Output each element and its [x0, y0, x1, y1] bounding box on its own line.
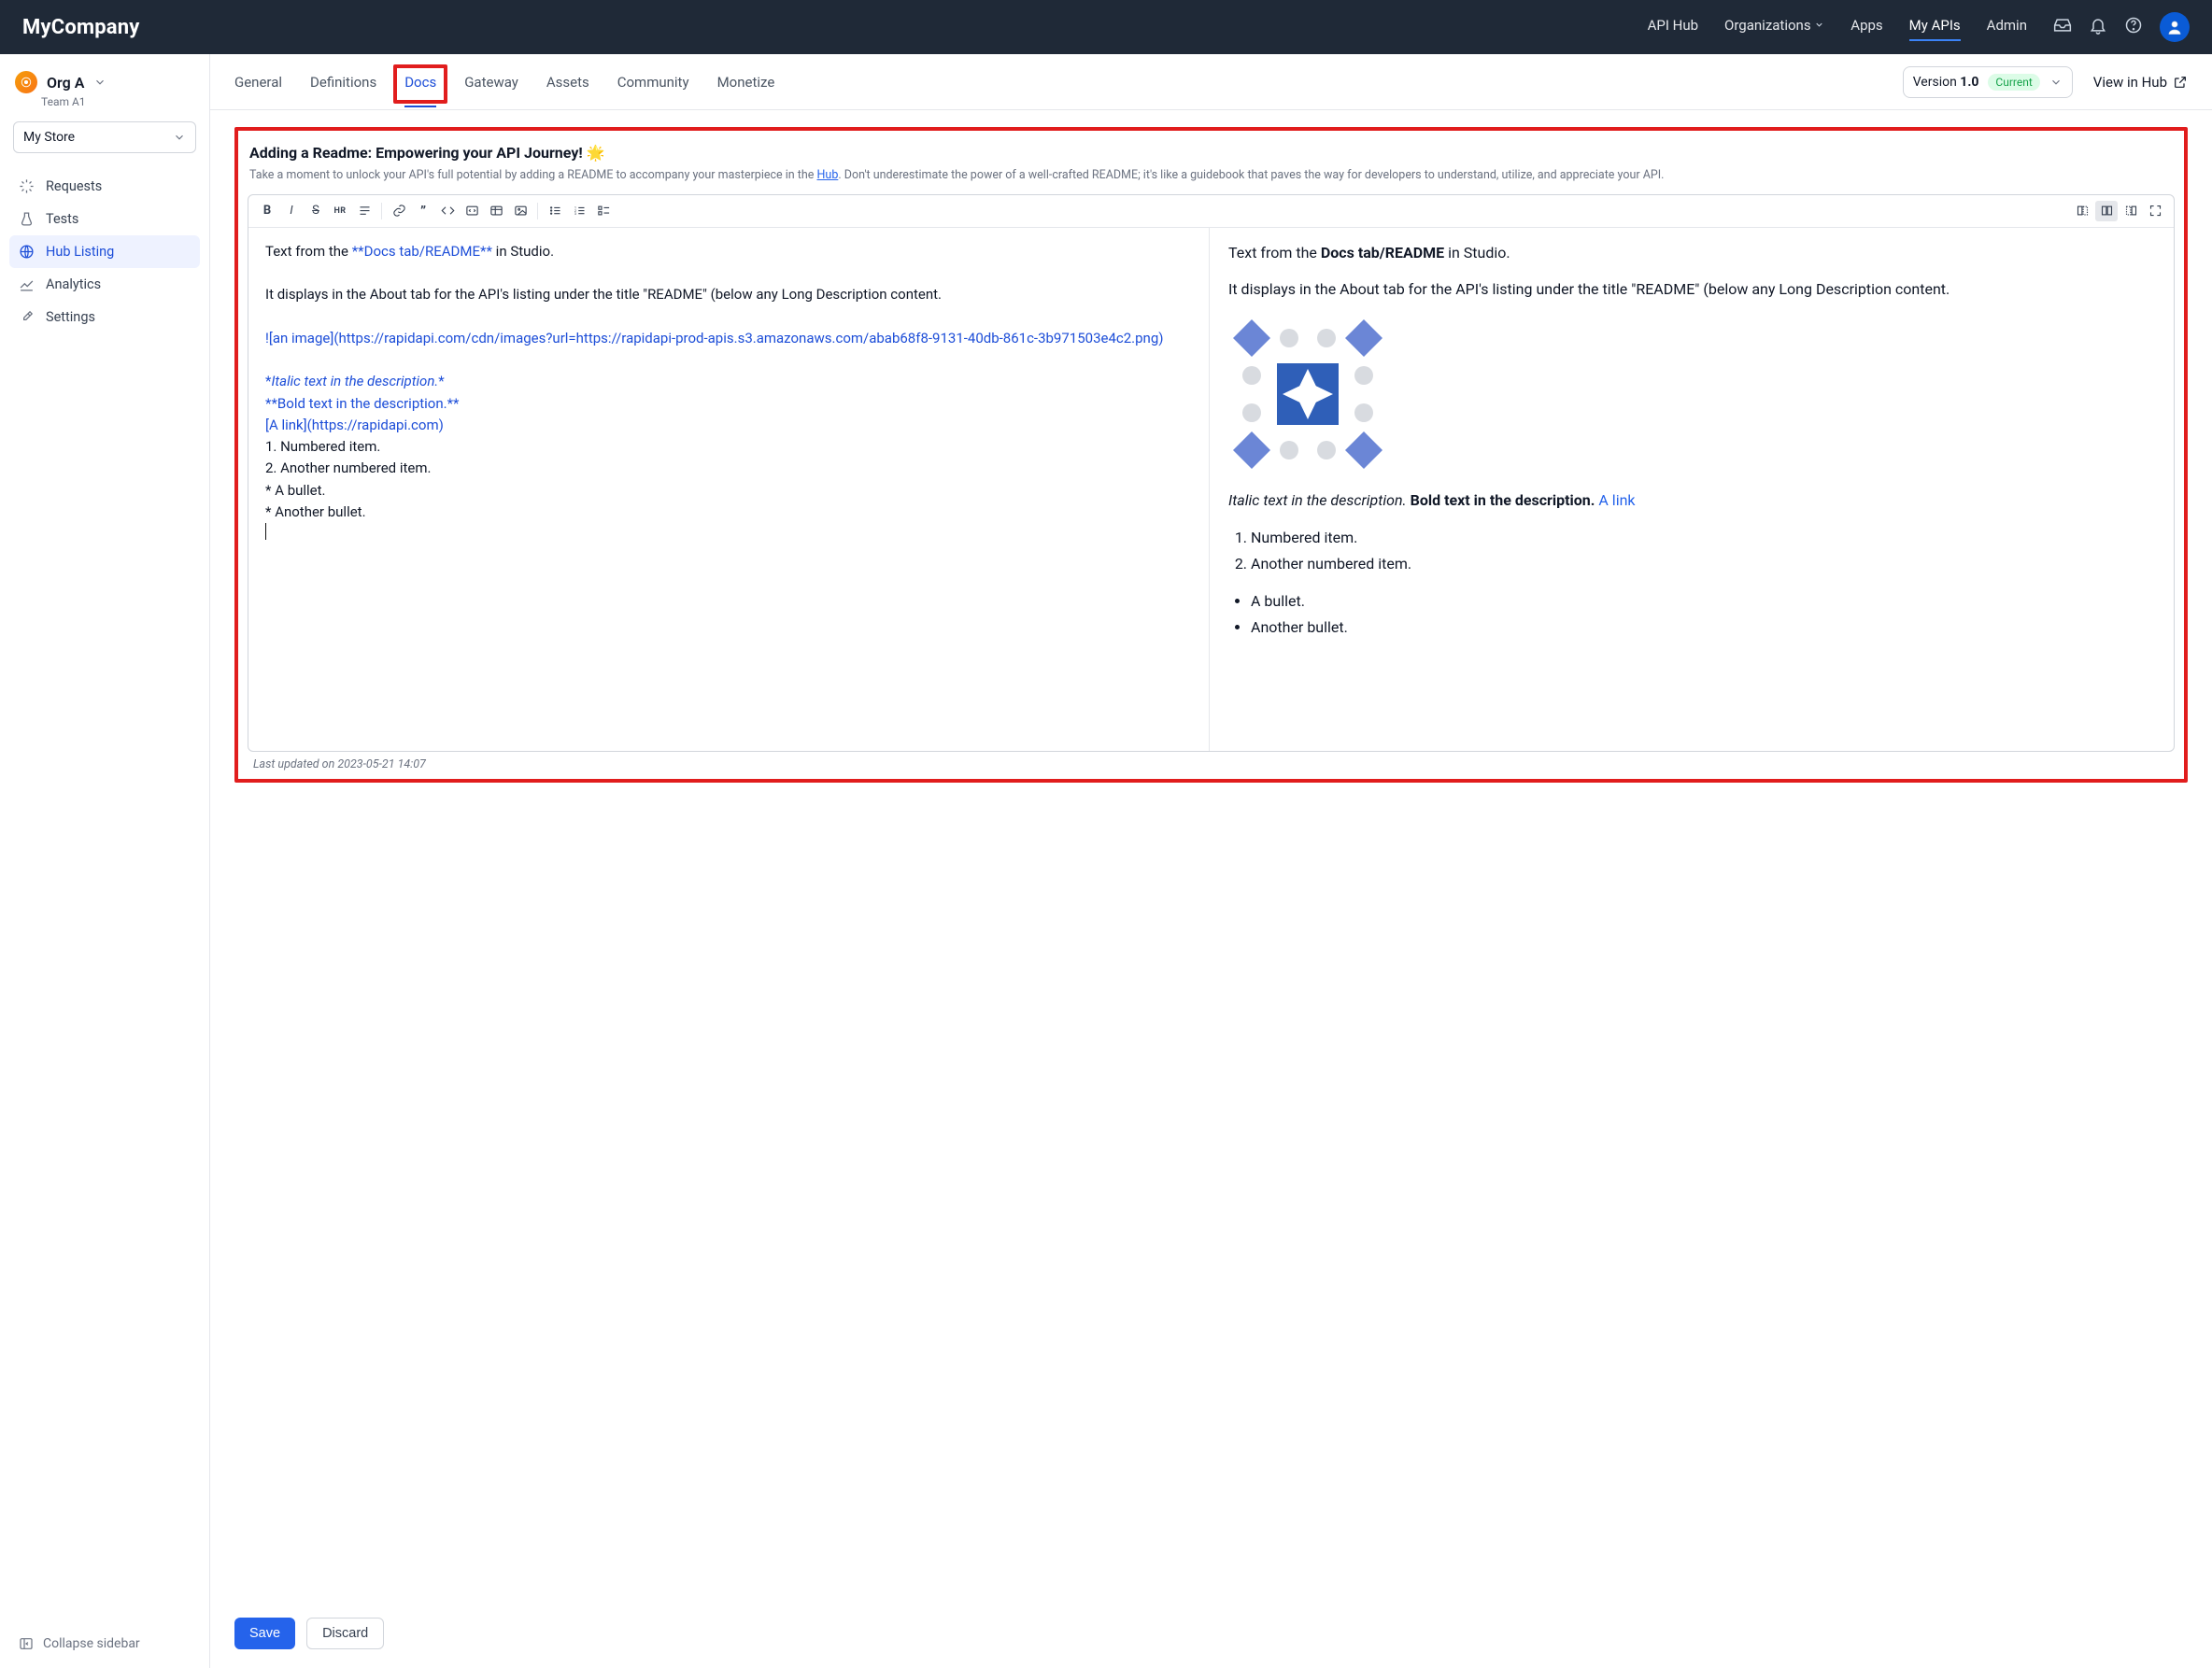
- chevron-down-icon: [1814, 17, 1824, 34]
- sidebar: ⦿ Org A Team A1 My Store Requests Tests …: [0, 54, 210, 1668]
- sidebar-item-label: Hub Listing: [46, 244, 114, 260]
- preview-bold: Bold text in the description.: [1411, 491, 1595, 509]
- inbox-icon[interactable]: [2053, 16, 2072, 38]
- preview-italic: Italic text in the description.: [1228, 491, 1407, 509]
- external-link-icon: [2173, 75, 2188, 90]
- table-button[interactable]: [485, 201, 507, 221]
- split-view-button[interactable]: [2095, 201, 2118, 221]
- italic-button[interactable]: I: [280, 201, 303, 221]
- store-select[interactable]: My Store: [13, 121, 196, 153]
- store-label: My Store: [23, 130, 75, 145]
- tab-general[interactable]: General: [234, 57, 282, 107]
- discard-button[interactable]: Discard: [306, 1618, 384, 1649]
- view-in-hub-button[interactable]: View in Hub: [2093, 74, 2188, 91]
- sidebar-item-hub-listing[interactable]: Hub Listing: [9, 235, 200, 268]
- save-button[interactable]: Save: [234, 1618, 295, 1649]
- avatar[interactable]: [2160, 12, 2190, 42]
- view-in-hub-label: View in Hub: [2093, 74, 2167, 91]
- org-team: Team A1: [41, 95, 200, 108]
- task-list-button[interactable]: [592, 201, 615, 221]
- image-button[interactable]: [509, 201, 532, 221]
- list-item: Another bullet.: [1251, 615, 2155, 640]
- chevron-down-icon: [173, 131, 186, 144]
- sidebar-item-label: Analytics: [46, 276, 101, 292]
- tab-docs-label: Docs: [404, 74, 436, 91]
- ol-button[interactable]: 123: [568, 201, 590, 221]
- sidebar-item-label: Requests: [46, 178, 102, 194]
- bold-button[interactable]: B: [256, 201, 278, 221]
- version-label: Version 1.0: [1913, 75, 1979, 90]
- tab-bar: General Definitions Docs Gateway Assets …: [210, 54, 2212, 110]
- hr-button[interactable]: HR: [329, 201, 351, 221]
- sidebar-item-label: Tests: [46, 211, 78, 227]
- top-nav-links: API Hub Organizations Apps My APIs Admin: [1648, 17, 2027, 37]
- sidebar-item-requests[interactable]: Requests: [9, 170, 200, 203]
- svg-text:3: 3: [574, 212, 575, 216]
- line-break-button[interactable]: [353, 201, 376, 221]
- brand-logo: MyCompany: [22, 16, 140, 39]
- sidebar-item-tests[interactable]: Tests: [9, 203, 200, 235]
- help-icon[interactable]: [2124, 16, 2143, 38]
- readme-panel: Adding a Readme: Empowering your API Jou…: [234, 127, 2188, 783]
- nav-api-hub[interactable]: API Hub: [1648, 17, 1698, 37]
- list-item: Numbered item.: [1251, 526, 2155, 550]
- nav-admin[interactable]: Admin: [1987, 17, 2027, 37]
- markdown-editor[interactable]: Text from the **Docs tab/README** in Stu…: [248, 228, 1210, 751]
- link-button[interactable]: [388, 201, 410, 221]
- main: General Definitions Docs Gateway Assets …: [210, 54, 2212, 1668]
- version-badge: Current: [1988, 74, 2039, 91]
- editor-toolbar: B I S HR ” 123: [248, 195, 2174, 228]
- version-select[interactable]: Version 1.0 Current: [1903, 66, 2073, 98]
- collapse-label: Collapse sidebar: [43, 1636, 140, 1651]
- tab-gateway[interactable]: Gateway: [464, 57, 518, 107]
- tab-docs[interactable]: Docs: [404, 57, 436, 107]
- nav-apps[interactable]: Apps: [1850, 17, 1882, 37]
- sidebar-item-analytics[interactable]: Analytics: [9, 268, 200, 301]
- tab-monetize[interactable]: Monetize: [717, 57, 775, 107]
- list-item: Another numbered item.: [1251, 552, 2155, 576]
- tab-assets[interactable]: Assets: [546, 57, 589, 107]
- list-item: A bullet.: [1251, 589, 2155, 614]
- tab-definitions[interactable]: Definitions: [310, 57, 376, 107]
- panel-title: Adding a Readme: Empowering your API Jou…: [249, 144, 2175, 162]
- readme-image: [1228, 315, 1387, 474]
- editor-box: B I S HR ” 123: [248, 194, 2175, 752]
- footer-actions: Save Discard: [210, 1606, 2212, 1668]
- sidebar-item-settings[interactable]: Settings: [9, 301, 200, 333]
- cursor-icon: [265, 523, 266, 540]
- org-selector[interactable]: ⦿ Org A: [9, 71, 200, 97]
- org-badge-icon: ⦿: [15, 71, 37, 93]
- fullscreen-button[interactable]: [2144, 201, 2166, 221]
- collapse-sidebar-button[interactable]: Collapse sidebar: [9, 1629, 200, 1659]
- preview-link[interactable]: A link: [1598, 491, 1635, 509]
- chevron-down-icon: [2049, 76, 2063, 89]
- top-nav: MyCompany API Hub Organizations Apps My …: [0, 0, 2212, 54]
- code-button[interactable]: [436, 201, 459, 221]
- markdown-preview: Text from the Docs tab/README in Studio.…: [1210, 228, 2174, 751]
- org-name: Org A: [47, 74, 84, 92]
- nav-organizations-label: Organizations: [1724, 17, 1811, 34]
- tab-community[interactable]: Community: [617, 57, 689, 107]
- chevron-down-icon: [93, 76, 106, 89]
- strike-button[interactable]: S: [305, 201, 327, 221]
- codeblock-button[interactable]: [461, 201, 483, 221]
- ul-button[interactable]: [544, 201, 566, 221]
- hub-link[interactable]: Hub: [817, 168, 839, 182]
- quote-button[interactable]: ”: [412, 201, 434, 221]
- editor-only-button[interactable]: [2071, 201, 2093, 221]
- nav-my-apis[interactable]: My APIs: [1909, 17, 1961, 37]
- panel-description: Take a moment to unlock your API's full …: [249, 167, 2173, 185]
- bell-icon[interactable]: [2089, 16, 2107, 38]
- sidebar-item-label: Settings: [46, 309, 95, 325]
- last-updated: Last updated on 2023-05-21 14:07: [253, 757, 2173, 771]
- nav-organizations[interactable]: Organizations: [1724, 17, 1824, 37]
- preview-only-button[interactable]: [2120, 201, 2142, 221]
